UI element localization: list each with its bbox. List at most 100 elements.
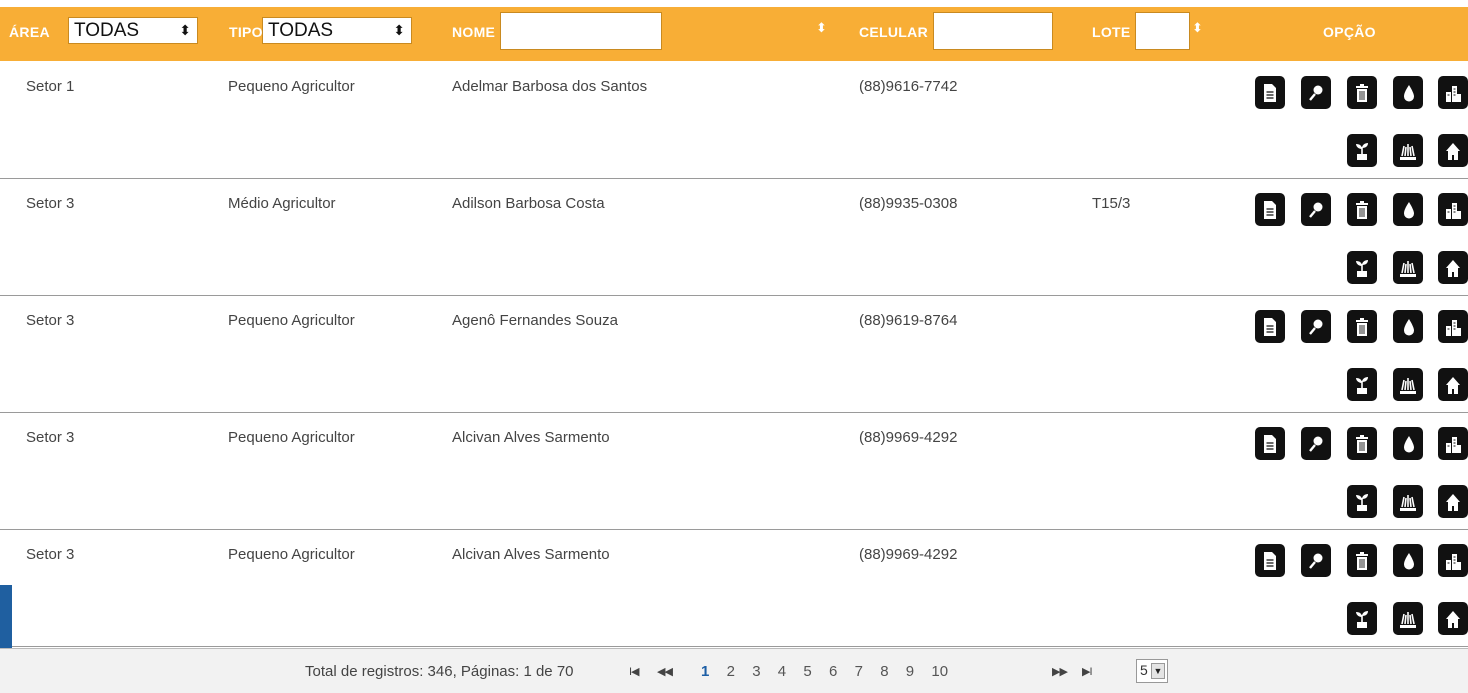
page-link-8[interactable]: 8 (880, 663, 888, 680)
buildings-button[interactable] (1438, 310, 1468, 343)
document-icon (1261, 434, 1279, 454)
row-celular: (88)9619-8764 (859, 312, 958, 329)
table-row: Setor 1 Pequeno Agricultor Adelmar Barbosa… (0, 61, 1468, 179)
table-header: ÁREA TODAS ⬍ TIPO TODAS ⬍ NOME ⬍ CELULAR… (0, 7, 1468, 61)
trash-button[interactable] (1347, 544, 1377, 577)
nome-filter-input[interactable] (500, 12, 662, 50)
page-link-6[interactable]: 6 (829, 663, 837, 680)
drop-button[interactable] (1393, 310, 1423, 343)
page-link-5[interactable]: 5 (803, 663, 811, 680)
area-select-value: TODAS (74, 20, 140, 41)
last-page-button[interactable]: ▶I (1082, 665, 1092, 678)
lote-filter-input[interactable] (1135, 12, 1190, 50)
search-button[interactable] (1301, 544, 1331, 577)
buildings-button[interactable] (1438, 76, 1468, 109)
row-celular: (88)9969-4292 (859, 546, 958, 563)
trash-icon (1353, 83, 1371, 103)
row-area: Setor 3 (26, 546, 75, 563)
row-tipo: Pequeno Agricultor (228, 429, 355, 446)
buildings-icon (1444, 434, 1462, 454)
document-button[interactable] (1255, 310, 1285, 343)
crop-button[interactable] (1393, 368, 1423, 401)
drop-button[interactable] (1393, 193, 1423, 226)
search-button[interactable] (1301, 310, 1331, 343)
search-button[interactable] (1301, 76, 1331, 109)
row-area: Setor 3 (26, 429, 75, 446)
search-icon (1307, 551, 1325, 571)
document-button[interactable] (1255, 76, 1285, 109)
row-tipo: Pequeno Agricultor (228, 546, 355, 563)
search-button[interactable] (1301, 193, 1331, 226)
plant-button[interactable] (1347, 485, 1377, 518)
row-nome: Alcivan Alves Sarmento (452, 429, 610, 446)
crop-icon (1399, 609, 1417, 629)
plant-icon (1353, 375, 1371, 395)
home-button[interactable] (1438, 134, 1468, 167)
sort-icon[interactable]: ⬍ (1192, 20, 1203, 36)
table-row: Setor 3 Pequeno Agricultor Alcivan Alves S… (0, 412, 1468, 530)
drop-icon (1399, 434, 1417, 454)
crop-button[interactable] (1393, 251, 1423, 284)
document-icon (1261, 200, 1279, 220)
crop-button[interactable] (1393, 602, 1423, 635)
plant-icon (1353, 141, 1371, 161)
crop-button[interactable] (1393, 134, 1423, 167)
plant-button[interactable] (1347, 251, 1377, 284)
trash-icon (1353, 317, 1371, 337)
buildings-icon (1444, 551, 1462, 571)
area-select[interactable]: TODAS ⬍ (68, 17, 198, 44)
buildings-icon (1444, 317, 1462, 337)
plant-button[interactable] (1347, 134, 1377, 167)
prev-page-button[interactable]: ◀◀ (657, 665, 673, 678)
drop-icon (1399, 551, 1417, 571)
drop-button[interactable] (1393, 427, 1423, 460)
crop-button[interactable] (1393, 485, 1423, 518)
trash-icon (1353, 551, 1371, 571)
page-link-3[interactable]: 3 (752, 663, 760, 680)
trash-button[interactable] (1347, 193, 1377, 226)
home-button[interactable] (1438, 485, 1468, 518)
document-button[interactable] (1255, 544, 1285, 577)
opcao-label: OPÇÃO (1323, 24, 1376, 40)
document-button[interactable] (1255, 427, 1285, 460)
first-page-button[interactable]: I◀ (629, 665, 639, 678)
home-icon (1444, 141, 1462, 161)
tipo-select-value: TODAS (268, 20, 334, 41)
document-icon (1261, 83, 1279, 103)
sort-icon[interactable]: ⬍ (816, 20, 827, 36)
home-button[interactable] (1438, 251, 1468, 284)
tipo-select[interactable]: TODAS ⬍ (262, 17, 412, 44)
document-button[interactable] (1255, 193, 1285, 226)
celular-filter-input[interactable] (933, 12, 1053, 50)
buildings-button[interactable] (1438, 544, 1468, 577)
next-page-button[interactable]: ▶▶ (1052, 665, 1068, 678)
page-link-4[interactable]: 4 (778, 663, 786, 680)
drop-button[interactable] (1393, 544, 1423, 577)
crop-icon (1399, 258, 1417, 278)
page-size-select[interactable]: 5 ▼ (1136, 659, 1168, 683)
drop-icon (1399, 317, 1417, 337)
plant-button[interactable] (1347, 368, 1377, 401)
trash-button[interactable] (1347, 427, 1377, 460)
buildings-button[interactable] (1438, 427, 1468, 460)
drop-icon (1399, 200, 1417, 220)
plant-button[interactable] (1347, 602, 1377, 635)
page-link-2[interactable]: 2 (727, 663, 735, 680)
page-link-10[interactable]: 10 (931, 663, 948, 680)
buildings-button[interactable] (1438, 193, 1468, 226)
page-link-9[interactable]: 9 (906, 663, 914, 680)
area-label: ÁREA (9, 24, 50, 40)
page-link-1[interactable]: 1 (701, 663, 709, 680)
select-arrows-icon: ⬍ (393, 22, 405, 38)
buildings-icon (1444, 200, 1462, 220)
page-link-7[interactable]: 7 (855, 663, 863, 680)
drop-button[interactable] (1393, 76, 1423, 109)
home-button[interactable] (1438, 368, 1468, 401)
trash-button[interactable] (1347, 310, 1377, 343)
row-area: Setor 1 (26, 78, 75, 95)
document-icon (1261, 551, 1279, 571)
home-button[interactable] (1438, 602, 1468, 635)
trash-button[interactable] (1347, 76, 1377, 109)
search-button[interactable] (1301, 427, 1331, 460)
crop-icon (1399, 375, 1417, 395)
